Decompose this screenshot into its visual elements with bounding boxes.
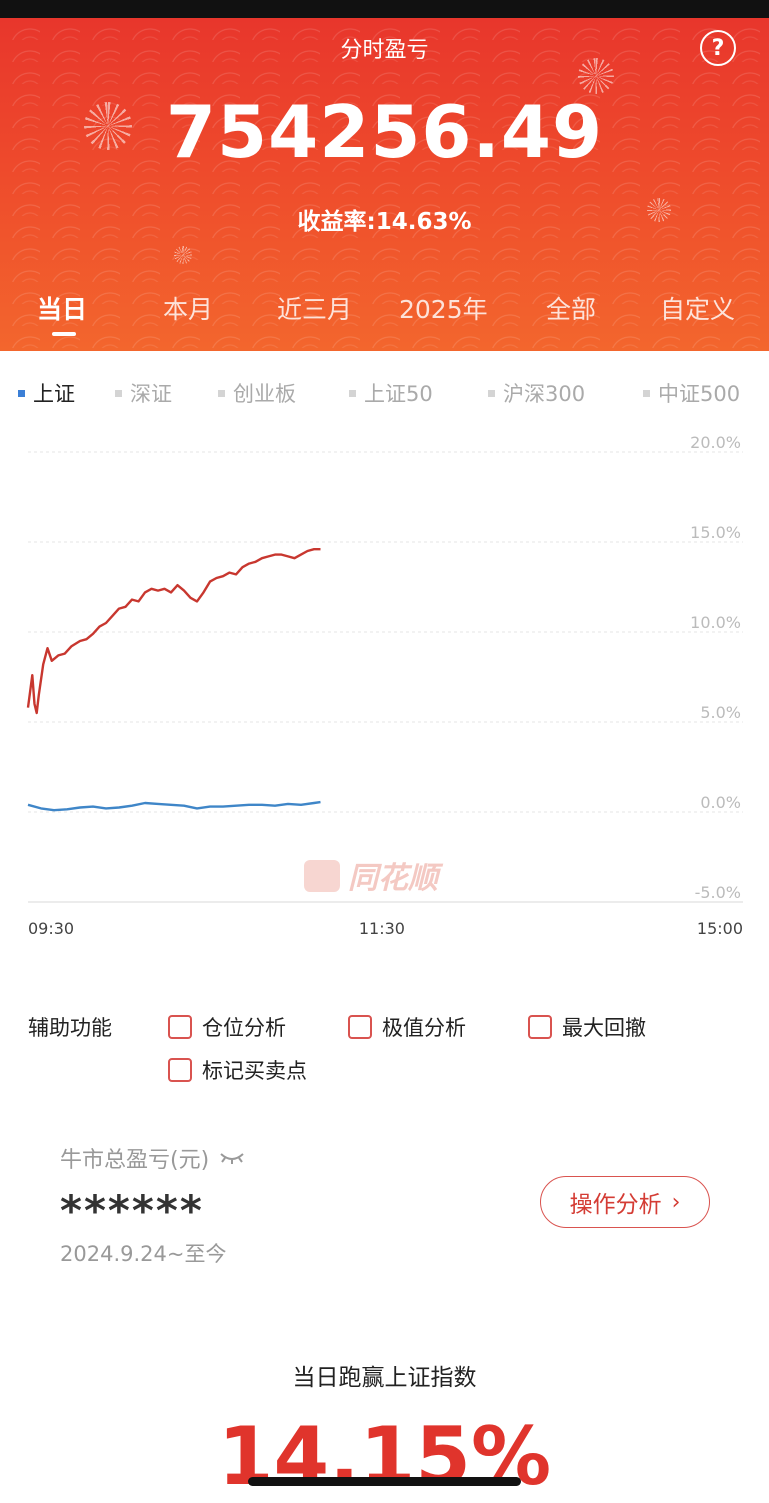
x-tick-label: 09:30 [28, 919, 74, 938]
checkbox-box [168, 1015, 192, 1039]
y-tick-label: 10.0% [690, 613, 741, 632]
legend-marker [115, 389, 122, 397]
tab-today[interactable]: 当日 [37, 290, 87, 326]
legend-marker [643, 389, 650, 397]
return-rate-value: 14.63% [375, 209, 472, 235]
index-tab-shenzhen[interactable]: 深证 [115, 378, 172, 408]
firework-decoration [174, 246, 192, 264]
checkbox-box [528, 1015, 552, 1039]
profit-header: 分时盈亏 ? 754256.49 收益率:14.63% 当日 本月 近三月 20… [0, 18, 769, 351]
status-bar [0, 0, 769, 18]
y-tick-label: 20.0% [690, 433, 741, 452]
checkbox-box [168, 1058, 192, 1082]
tab-custom[interactable]: 自定义 [660, 290, 735, 326]
checkbox-box [348, 1015, 372, 1039]
y-tick-label: 5.0% [700, 703, 741, 722]
index-tab-shanghai[interactable]: 上证 [18, 378, 75, 408]
legend-marker [218, 389, 225, 397]
option-label: 标记买卖点 [202, 1059, 307, 1083]
option-label: 最大回撤 [562, 1016, 646, 1040]
question-circle-icon: ? [711, 35, 725, 61]
x-tick-label: 15:00 [697, 919, 743, 938]
beat-index-title: 当日跑赢上证指数 [292, 1365, 477, 1391]
y-tick-label: 0.0% [700, 793, 741, 812]
index-tab-label: 沪深300 [503, 382, 586, 406]
tab-this-month[interactable]: 本月 [163, 290, 213, 326]
profit-amount: 754256.49 [165, 90, 604, 174]
x-tick-label: 11:30 [359, 919, 405, 938]
mark-trades-checkbox[interactable]: 标记买卖点 [168, 1055, 307, 1085]
button-label: 操作分析 [569, 1192, 662, 1218]
eye-closed-icon[interactable] [219, 1151, 245, 1165]
bull-market-summary: 牛市总盈亏(元) ****** 2024.9.24~至今 操作分析 › [60, 1142, 750, 1282]
y-tick-label: -5.0% [695, 883, 741, 902]
index-tab-label: 中证500 [658, 382, 741, 406]
profit-line [26, 548, 321, 715]
legend-marker [18, 389, 25, 397]
return-rate-label: 收益率: [297, 209, 376, 235]
help-button[interactable]: ? [700, 30, 736, 66]
bull-label: 牛市总盈亏(元) [60, 1142, 245, 1174]
option-label: 极值分析 [382, 1016, 466, 1040]
intraday-chart: 20.0% 15.0% 10.0% 5.0% 0.0% -5.0% 09:30 11:30 15… [0, 430, 769, 960]
option-label: 仓位分析 [202, 1016, 286, 1040]
max-drawdown-checkbox[interactable]: 最大回撤 [528, 1012, 646, 1042]
aux-functions: 辅助功能 仓位分析 极值分析 最大回撤 标记买卖点 [0, 1010, 769, 1090]
watermark-logo-icon [304, 860, 340, 892]
bull-date-range: 2024.9.24~至今 [60, 1242, 227, 1266]
extreme-analysis-checkbox[interactable]: 极值分析 [348, 1012, 466, 1042]
return-rate: 收益率:14.63% [0, 202, 769, 236]
bull-label-text: 牛市总盈亏(元) [60, 1148, 210, 1173]
tab-all[interactable]: 全部 [546, 290, 596, 326]
index-tab-label: 上证 [33, 382, 75, 406]
y-tick-label: 15.0% [690, 523, 741, 542]
position-analysis-checkbox[interactable]: 仓位分析 [168, 1012, 286, 1042]
index-line [27, 800, 321, 812]
chart-svg: 20.0% 15.0% 10.0% 5.0% 0.0% -5.0% 09:30 11:30 15… [26, 433, 743, 938]
index-tab-label: 上证50 [364, 382, 433, 406]
index-tab-sse50[interactable]: 上证50 [349, 378, 433, 408]
bull-hidden-value: ****** [60, 1186, 204, 1235]
aux-title: 辅助功能 [28, 1016, 112, 1040]
beat-index-value: 14.15% [217, 1410, 552, 1503]
page-title: 分时盈亏 [340, 38, 429, 63]
legend-marker [349, 389, 356, 397]
chevron-right-icon: › [671, 1189, 681, 1215]
index-tab-label: 创业板 [233, 382, 296, 406]
tab-2025[interactable]: 2025年 [399, 290, 488, 326]
index-tab-label: 深证 [130, 382, 172, 406]
operation-analysis-button[interactable]: 操作分析 › [540, 1176, 710, 1228]
index-tab-csi500[interactable]: 中证500 [643, 378, 740, 408]
tab-three-months[interactable]: 近三月 [277, 290, 352, 326]
active-tab-indicator [52, 332, 76, 336]
period-tabs: 当日 本月 近三月 2025年 全部 自定义 [0, 290, 769, 338]
index-tab-csi300[interactable]: 沪深300 [488, 378, 585, 408]
home-indicator[interactable] [248, 1477, 521, 1486]
index-selector: 上证 深证 创业板 上证50 沪深300 中证500 [0, 378, 769, 408]
index-tab-chinext[interactable]: 创业板 [218, 378, 296, 408]
watermark-text: 同花顺 [348, 861, 444, 896]
legend-marker [488, 389, 495, 397]
